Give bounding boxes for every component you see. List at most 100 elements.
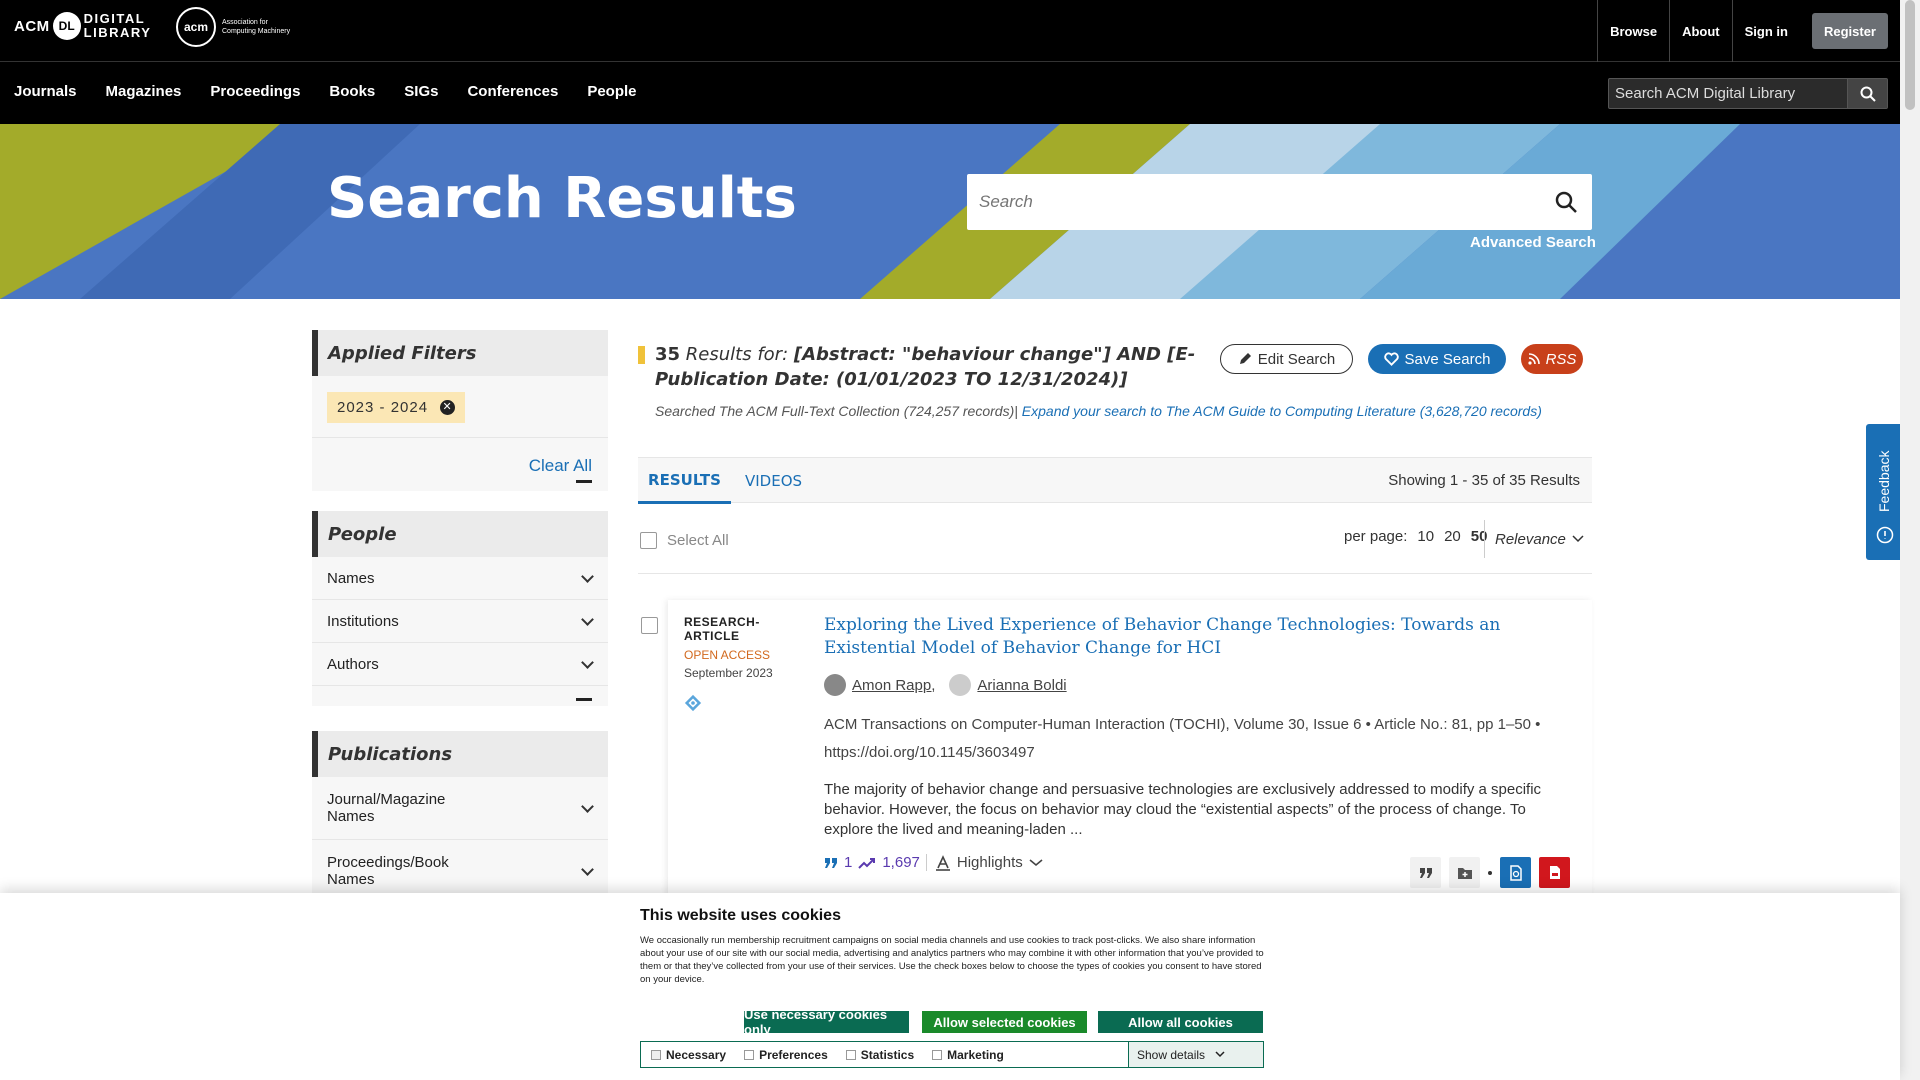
result-title-link[interactable]: Exploring the Lived Experience of Behavi… [824,614,1554,660]
pdf-button[interactable] [1539,857,1570,888]
collapse-handle[interactable] [576,698,592,701]
author-link[interactable]: Arianna Boldi [977,677,1066,694]
avatar [949,674,972,696]
feedback-label: Feedback [1876,450,1892,512]
checkbox[interactable] [845,1049,856,1060]
per-page-selector: per page: 10 20 50 [1344,528,1487,545]
logo-dl-badge: DL [52,12,81,40]
publication-venue[interactable]: ACM Transactions on Computer-Human Inter… [824,716,1361,733]
chevron-down-icon [1029,858,1043,866]
search-banner [0,124,1900,299]
filter-journal-magazine-names[interactable]: Journal/Magazine Names [312,777,608,840]
option-statistics[interactable]: Statistics [845,1047,915,1062]
chevron-down-icon [1215,1051,1225,1058]
acm-dl-logo[interactable]: ACM DL DIGITAL LIBRARY [14,12,151,40]
per-page-option-10[interactable]: 10 [1417,528,1434,545]
advanced-search-link[interactable]: Advanced Search [1470,234,1596,251]
page-title: Search Results [327,166,797,231]
close-icon[interactable]: ✕ [440,400,456,415]
save-search-button[interactable]: Save Search [1368,344,1506,374]
result-checkbox[interactable] [641,617,658,634]
save-search-label: Save Search [1404,350,1491,368]
option-preferences[interactable]: Preferences [744,1048,828,1062]
collapse-handle[interactable] [576,480,592,483]
doi-link[interactable]: https://doi.org/10.1145/3603497 [824,744,1035,761]
allow-selected-button[interactable]: Allow selected cookies [922,1011,1087,1033]
cite-button[interactable] [1410,857,1441,888]
nav-item-books[interactable]: Books [329,83,375,100]
add-to-binder-button[interactable] [1449,857,1480,888]
nav-item-sigs[interactable]: SIGs [404,83,438,100]
edit-search-button[interactable]: Edit Search [1220,344,1353,374]
results-summary: 35 Results for: [Abstract: "behaviour ch… [655,342,1215,392]
tab-videos[interactable]: VIDEOS [745,458,802,504]
page-scrollbar[interactable] [1900,0,1920,1080]
quote-icon [825,857,837,868]
checkbox-checked-icon [651,1049,661,1060]
rss-button[interactable]: RSS [1521,344,1583,374]
search-icon[interactable] [1554,190,1578,219]
signin-link[interactable]: Sign in [1731,0,1800,62]
acm-logo-line2: Computing Machinery [222,28,291,35]
tab-results[interactable]: RESULTS [638,458,731,504]
nav-item-proceedings[interactable]: Proceedings [210,83,300,100]
header-search-button[interactable] [1847,79,1887,108]
chevron-down-icon [581,612,594,626]
show-details-toggle[interactable]: Show details [1128,1042,1263,1067]
nav-item-people[interactable]: People [587,83,636,100]
about-link[interactable]: About [1669,0,1732,62]
nav-list: Journals Magazines Proceedings Books SIGs Con… [14,83,666,100]
acm-logo-text: Association for Computing Machinery [222,18,290,36]
sort-dropdown[interactable]: Relevance [1484,520,1584,558]
filter-names[interactable]: Names [312,557,608,600]
edit-search-label: Edit Search [1257,350,1336,368]
checkbox[interactable] [744,1049,755,1060]
option-statistics-label: Statistics [860,1047,915,1062]
header-search-input[interactable] [1609,79,1845,108]
highlights-toggle[interactable]: Highlights [925,854,1043,871]
allow-all-button[interactable]: Allow all cookies [1098,1011,1263,1033]
main-search-input[interactable] [967,174,1527,230]
acm-logo[interactable]: acm Association for Computing Machinery [167,0,290,56]
results-for-label: Results for: [685,344,789,365]
results-marker [638,346,645,364]
download-count[interactable]: 1,697 [882,854,920,871]
acm-diamond-icon: acm [167,0,225,56]
per-page-option-20[interactable]: 20 [1444,528,1461,545]
option-marketing[interactable]: Marketing [932,1048,1004,1062]
trending-icon [858,857,876,869]
nav-item-magazines[interactable]: Magazines [106,83,182,100]
applied-filters-body: 2023 - 2024 ✕ Clear All [312,376,608,491]
filter-label: Proceedings/Book Names [327,854,449,888]
scrollbar-thumb[interactable] [1905,0,1915,110]
logo-dl-text: DIGITAL LIBRARY [84,12,152,40]
show-details-label: Show details [1137,1047,1206,1062]
browse-link[interactable]: Browse [1597,0,1669,62]
checkbox[interactable] [932,1049,943,1060]
chevron-down-icon [581,655,594,669]
heart-icon [1383,352,1399,366]
result-meta: RESEARCH-ARTICLE OPEN ACCESS September 2… [684,615,804,715]
feedback-tab[interactable]: Feedback [1866,424,1904,560]
expand-search-link[interactable]: Expand your search to The ACM Guide to C… [1022,403,1542,419]
select-all[interactable]: Select All [640,532,729,549]
header-search [1608,78,1888,109]
chevron-down-icon [581,799,594,813]
nav-item-conferences[interactable]: Conferences [467,83,558,100]
feedback-icon [1876,526,1894,544]
option-necessary-label: Necessary [666,1047,727,1062]
result-date: September 2023 [684,666,773,680]
nav-item-journals[interactable]: Journals [14,83,77,100]
necessary-cookies-button[interactable]: Use necessary cookies only [744,1007,909,1037]
clear-all-link[interactable]: Clear All [312,438,608,480]
filter-authors[interactable]: Authors [312,643,608,686]
option-marketing-label: Marketing [947,1047,1004,1062]
publications-list: Journal/Magazine Names Proceedings/Book N… [312,777,608,903]
view-online-button[interactable] [1500,857,1531,888]
people-heading: People [312,511,608,557]
register-button[interactable]: Register [1811,13,1888,49]
citation-count[interactable]: 1 [844,854,852,871]
filter-institutions[interactable]: Institutions [312,600,608,643]
author-link[interactable]: Amon Rapp, [852,677,935,694]
select-all-checkbox[interactable] [640,532,657,549]
